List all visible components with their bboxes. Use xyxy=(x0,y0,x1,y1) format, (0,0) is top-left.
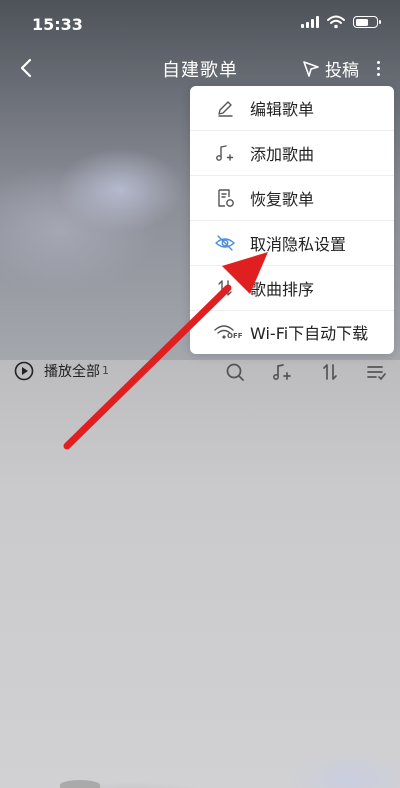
song-count: 1 xyxy=(102,363,109,377)
menu-item-restore-playlist[interactable]: 恢复歌单 xyxy=(190,176,394,221)
menu-item-label: 添加歌曲 xyxy=(250,145,315,164)
song-list-toolbar: 播放全部 1 xyxy=(0,352,400,392)
music-add-icon xyxy=(214,142,236,164)
more-options-button[interactable] xyxy=(368,54,388,82)
more-options-menu: 编辑歌单 添加歌曲 恢复歌单 取消隐私设置 歌曲排序 OFF Wi-Fi下自动下… xyxy=(190,86,394,354)
chevron-left-icon xyxy=(20,58,32,78)
contribute-label: 投稿 xyxy=(325,61,359,81)
menu-item-label: 取消隐私设置 xyxy=(250,235,347,254)
pencil-icon xyxy=(214,97,236,119)
signal-icon xyxy=(301,16,319,28)
status-bar: 15:33 xyxy=(0,0,400,50)
menu-item-label: 恢复歌单 xyxy=(250,190,315,209)
music-add-icon xyxy=(272,364,291,381)
status-time: 15:33 xyxy=(32,15,83,34)
menu-item-wifi-auto-download[interactable]: OFF Wi-Fi下自动下载 xyxy=(190,309,394,354)
song-list-dimmed-area[interactable] xyxy=(0,360,400,788)
menu-item-cancel-privacy[interactable]: 取消隐私设置 xyxy=(190,221,394,266)
add-song-button[interactable] xyxy=(270,360,294,384)
list-check-icon xyxy=(367,366,386,381)
battery-icon xyxy=(353,16,381,28)
wifi-off-badge: OFF xyxy=(227,331,243,340)
back-button[interactable] xyxy=(12,54,40,82)
eye-hidden-icon xyxy=(214,232,236,254)
multi-select-button[interactable] xyxy=(364,360,388,384)
bottom-tab-edge xyxy=(60,780,100,788)
play-circle-icon xyxy=(14,361,34,381)
wifi-off-icon: OFF xyxy=(214,321,243,343)
wifi-icon xyxy=(327,15,345,29)
play-all-button[interactable]: 播放全部 1 xyxy=(14,361,109,381)
menu-item-label: 编辑歌单 xyxy=(250,100,315,119)
send-icon xyxy=(303,60,319,77)
nav-bar: 自建歌单 投稿 xyxy=(0,50,400,90)
sort-icon xyxy=(214,277,236,299)
sort-button[interactable] xyxy=(318,360,342,384)
contribute-button[interactable]: 投稿 xyxy=(302,56,359,81)
status-icons xyxy=(301,15,381,29)
menu-item-sort-songs[interactable]: 歌曲排序 xyxy=(190,266,394,311)
search-icon xyxy=(226,363,244,381)
menu-item-add-songs[interactable]: 添加歌曲 xyxy=(190,131,394,176)
play-all-label: 播放全部 xyxy=(44,364,100,380)
menu-item-edit-playlist[interactable]: 编辑歌单 xyxy=(190,86,394,131)
restore-doc-icon xyxy=(214,187,236,209)
sort-icon xyxy=(323,364,337,380)
search-button[interactable] xyxy=(223,360,247,384)
menu-item-label: 歌曲排序 xyxy=(250,280,315,299)
menu-item-label: Wi-Fi下自动下载 xyxy=(250,323,369,343)
